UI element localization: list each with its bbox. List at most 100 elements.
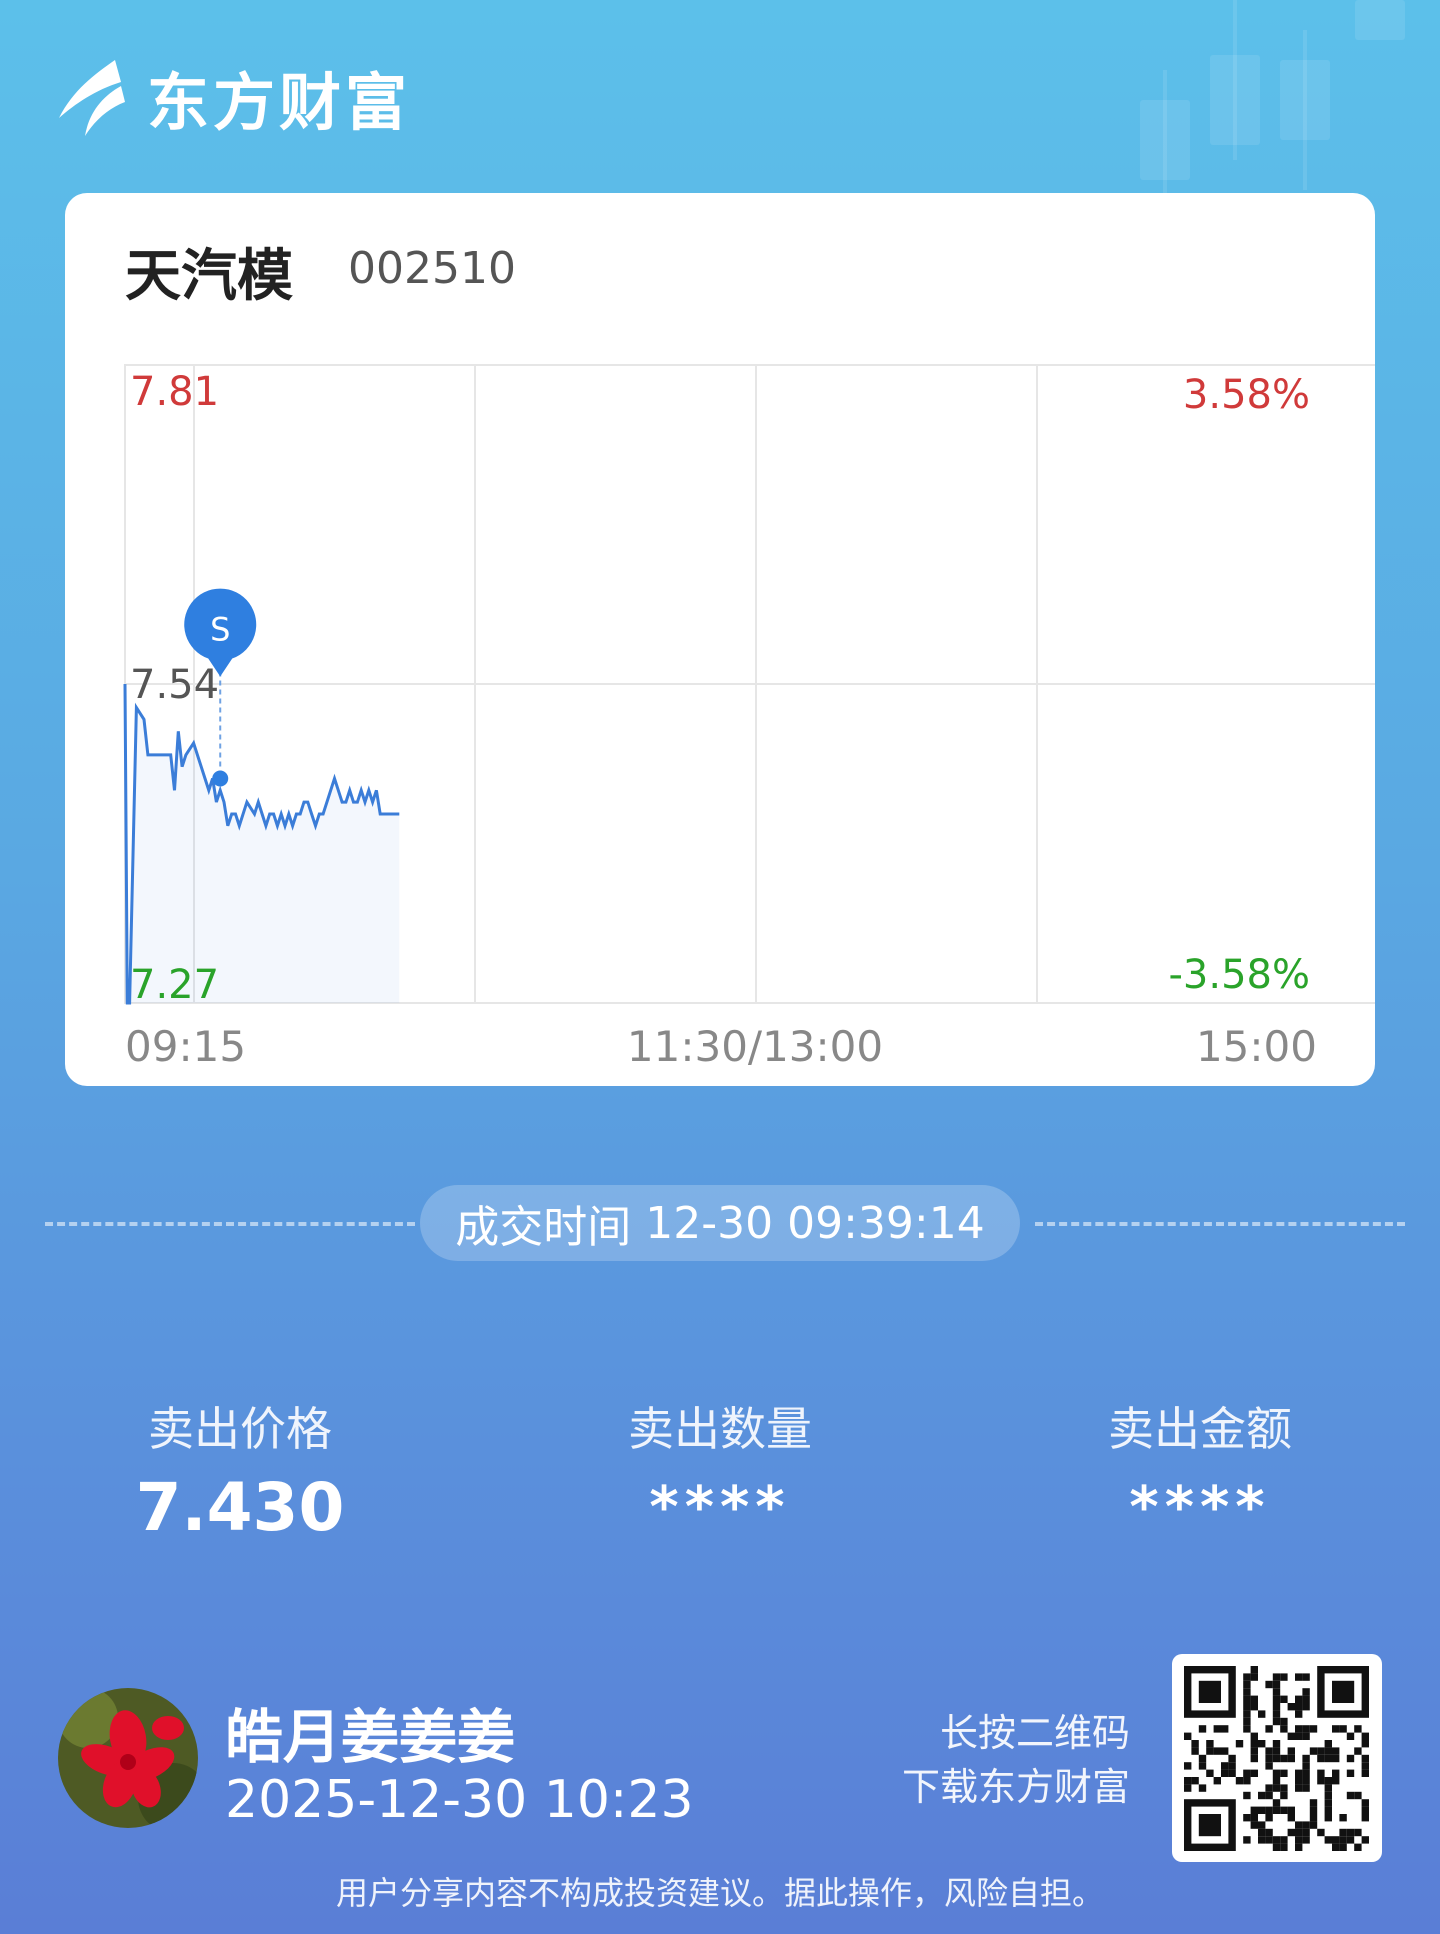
qr-module (1280, 1843, 1288, 1851)
qr-module (1213, 1777, 1221, 1785)
sell-price-label: 卖出价格 (148, 1402, 332, 1456)
qr-module (1324, 1777, 1332, 1785)
qr-module (1272, 1754, 1281, 1763)
qr-module (1302, 1732, 1310, 1740)
qr-module (1332, 1725, 1340, 1733)
sell-qty-stat: 卖出数量 **** (570, 1393, 870, 1540)
qr-module (1272, 1695, 1281, 1703)
qr-module (1295, 1695, 1303, 1703)
qr-module (1317, 1769, 1325, 1777)
qr-module (1317, 1754, 1325, 1763)
qr-module (1280, 1784, 1288, 1792)
qr-module (1302, 1784, 1310, 1792)
qr-module (1295, 1725, 1303, 1733)
sell-qty-value: **** (649, 1475, 791, 1540)
qr-module (1295, 1843, 1303, 1851)
qr-module (1309, 1821, 1318, 1829)
qr-module (1339, 1725, 1347, 1733)
qr-module (1235, 1777, 1244, 1785)
qr-module (1295, 1732, 1303, 1740)
qr-module (1250, 1695, 1258, 1703)
qr-module (1250, 1754, 1258, 1763)
qr-module (1258, 1806, 1266, 1814)
bg-candle (1280, 60, 1330, 140)
qr-module (1243, 1725, 1251, 1733)
qr-module (1228, 1754, 1236, 1763)
qr-module (1302, 1725, 1310, 1733)
qr-module (1206, 1769, 1214, 1777)
qr-module (1361, 1836, 1369, 1844)
qr-module (1346, 1836, 1355, 1844)
qr-hint: 长按二维码 下载东方财富 (902, 1706, 1130, 1814)
qr-module (1184, 1762, 1192, 1770)
qr-module (1206, 1740, 1214, 1748)
qr-finder-pattern (1198, 1680, 1221, 1703)
pct-label-high: 3.58% (1183, 372, 1310, 418)
qr-module (1332, 1754, 1340, 1763)
qr-module (1280, 1806, 1288, 1814)
avatar[interactable] (58, 1688, 198, 1828)
qr-code[interactable] (1172, 1654, 1382, 1862)
bg-candle (1140, 100, 1190, 180)
qr-module (1243, 1777, 1251, 1785)
divider-left (45, 1222, 415, 1226)
qr-module (1287, 1732, 1295, 1740)
qr-module (1324, 1791, 1332, 1800)
trade-time-value: 12-30 09:39:14 (645, 1197, 985, 1249)
qr-module (1228, 1762, 1236, 1770)
disclaimer: 用户分享内容不构成投资建议。据此操作，风险自担。 (335, 1874, 1104, 1912)
qr-module (1332, 1747, 1340, 1755)
qr-module (1272, 1710, 1281, 1718)
sell-qty-label: 卖出数量 (628, 1402, 812, 1456)
qr-module (1243, 1695, 1251, 1703)
sell-price-stat: 卖出价格 7.430 (90, 1393, 390, 1546)
qr-module (1272, 1836, 1281, 1844)
qr-module (1302, 1688, 1310, 1696)
qr-module (1361, 1732, 1369, 1740)
qr-module (1221, 1769, 1229, 1777)
qr-finder-pattern (1332, 1680, 1355, 1703)
qr-module (1361, 1762, 1369, 1770)
qr-module (1272, 1747, 1281, 1755)
qr-module (1272, 1740, 1281, 1748)
qr-module (1250, 1769, 1258, 1777)
brand-logo-icon (59, 60, 125, 136)
qr-module (1309, 1799, 1318, 1807)
qr-module (1272, 1717, 1281, 1726)
qr-module (1272, 1799, 1281, 1807)
qr-module (1280, 1836, 1288, 1844)
qr-module (1295, 1703, 1303, 1711)
qr-module (1317, 1747, 1325, 1755)
qr-module (1361, 1814, 1369, 1822)
qr-module (1361, 1799, 1369, 1807)
qr-module (1287, 1806, 1295, 1814)
qr-module (1287, 1754, 1295, 1763)
qr-module (1272, 1769, 1281, 1777)
qr-module (1324, 1814, 1332, 1822)
qr-module (1250, 1814, 1258, 1822)
qr-module (1243, 1703, 1251, 1711)
qr-module (1295, 1784, 1303, 1792)
qr-module (1361, 1769, 1369, 1777)
qr-module (1287, 1828, 1295, 1837)
qr-module (1258, 1710, 1266, 1718)
qr-module (1295, 1710, 1303, 1718)
qr-module (1243, 1717, 1251, 1726)
pct-label-low: -3.58% (1168, 952, 1310, 998)
qr-module (1250, 1806, 1258, 1814)
qr-module (1324, 1799, 1332, 1807)
qr-module (1302, 1703, 1310, 1711)
avatar-flower-image (58, 1688, 198, 1828)
qr-module (1184, 1732, 1192, 1740)
qr-module (1265, 1725, 1273, 1733)
qr-module (1213, 1725, 1221, 1733)
qr-module (1265, 1747, 1273, 1755)
trade-time-pill: 成交时间 12-30 09:39:14 (420, 1185, 1020, 1261)
brand-logo: 东方财富 (55, 52, 411, 142)
qr-module (1265, 1814, 1273, 1822)
qr-module (1265, 1836, 1273, 1844)
qr-module (1332, 1843, 1340, 1851)
qr-module (1243, 1710, 1251, 1718)
x-label-mid: 11:30/13:00 (627, 1022, 883, 1071)
sell-marker-label: S (210, 611, 230, 649)
